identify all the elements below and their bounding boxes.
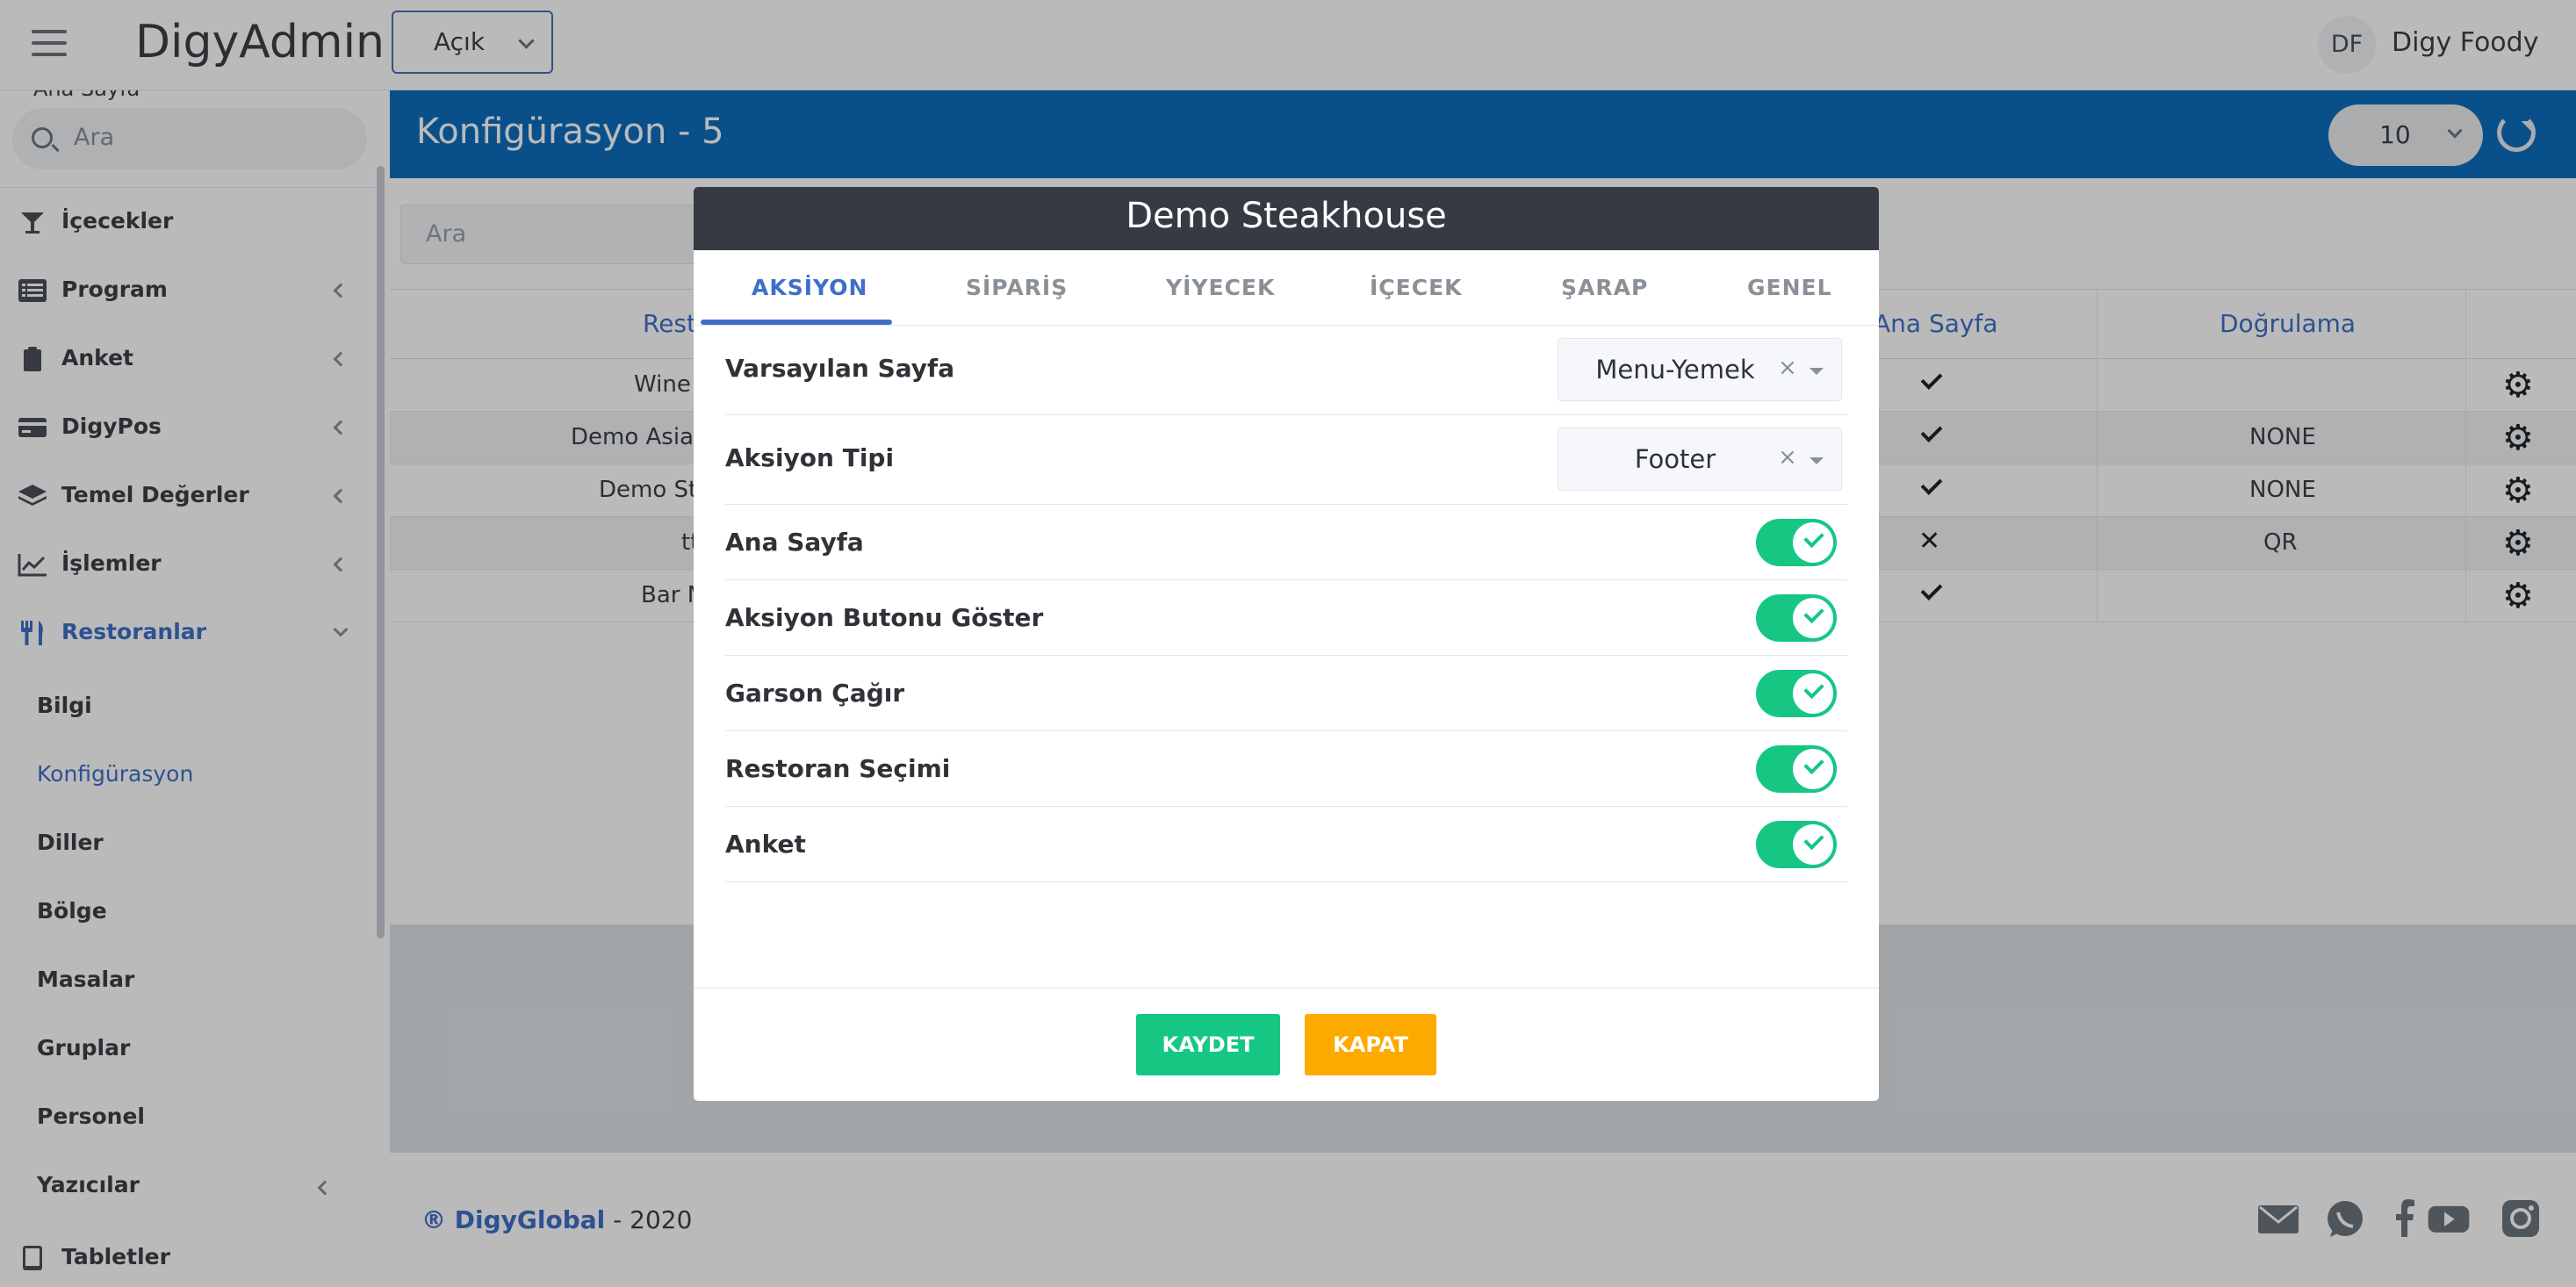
check-icon: [1793, 749, 1833, 789]
call-waiter-toggle[interactable]: [1756, 670, 1837, 717]
home-page-toggle[interactable]: [1756, 519, 1837, 566]
restaurant-selection-toggle[interactable]: [1756, 745, 1837, 793]
default-page-select[interactable]: Menu-Yemek ×: [1558, 338, 1842, 401]
form-row-call-waiter: Garson Çağır: [725, 656, 1847, 731]
select-value: Menu-Yemek: [1595, 355, 1755, 385]
modal-header: Demo Steakhouse: [694, 187, 1879, 250]
form-row-action-type: Aksiyon Tipi Footer ×: [725, 415, 1847, 505]
check-icon: [1793, 522, 1833, 563]
tab-wine[interactable]: ŞARAP: [1561, 275, 1648, 300]
form-row-home-page: Ana Sayfa: [725, 505, 1847, 580]
field-label: Varsayılan Sayfa: [725, 354, 955, 383]
tab-food[interactable]: YİYECEK: [1166, 275, 1275, 300]
clear-icon[interactable]: ×: [1778, 355, 1797, 381]
modal-title: Demo Steakhouse: [1126, 196, 1447, 236]
tab-order[interactable]: SİPARİŞ: [966, 275, 1068, 300]
divider: [694, 988, 1879, 989]
action-button-toggle[interactable]: [1756, 594, 1837, 642]
caret-down-icon: [1810, 368, 1824, 382]
field-label: Restoran Seçimi: [725, 754, 951, 783]
field-label: Ana Sayfa: [725, 528, 864, 557]
tab-general[interactable]: GENEL: [1747, 275, 1832, 300]
config-modal: Demo Steakhouse AKSİYON SİPARİŞ YİYECEK …: [694, 187, 1879, 1101]
survey-toggle[interactable]: [1756, 821, 1837, 868]
check-icon: [1793, 673, 1833, 714]
form-row-restaurant-selection: Restoran Seçimi: [725, 731, 1847, 807]
select-value: Footer: [1634, 444, 1716, 474]
clear-icon[interactable]: ×: [1778, 444, 1797, 471]
form-row-action-button: Aksiyon Butonu Göster: [725, 580, 1847, 656]
field-label: Garson Çağır: [725, 679, 905, 708]
tab-action[interactable]: AKSİYON: [752, 275, 867, 300]
field-label: Aksiyon Tipi: [725, 443, 895, 472]
tab-drinks[interactable]: İÇECEK: [1370, 275, 1463, 300]
field-label: Anket: [725, 830, 806, 859]
save-button[interactable]: KAYDET: [1136, 1014, 1280, 1075]
active-tab-indicator: [701, 320, 892, 325]
form-row-default-page: Varsayılan Sayfa Menu-Yemek ×: [725, 326, 1847, 415]
field-label: Aksiyon Butonu Göster: [725, 603, 1044, 632]
modal-tabs: AKSİYON SİPARİŞ YİYECEK İÇECEK ŞARAP GEN…: [694, 250, 1879, 326]
caret-down-icon: [1810, 457, 1824, 471]
check-icon: [1793, 598, 1833, 638]
action-type-select[interactable]: Footer ×: [1558, 428, 1842, 491]
check-icon: [1793, 824, 1833, 865]
close-button[interactable]: KAPAT: [1305, 1014, 1436, 1075]
form-row-survey: Anket: [725, 807, 1847, 882]
